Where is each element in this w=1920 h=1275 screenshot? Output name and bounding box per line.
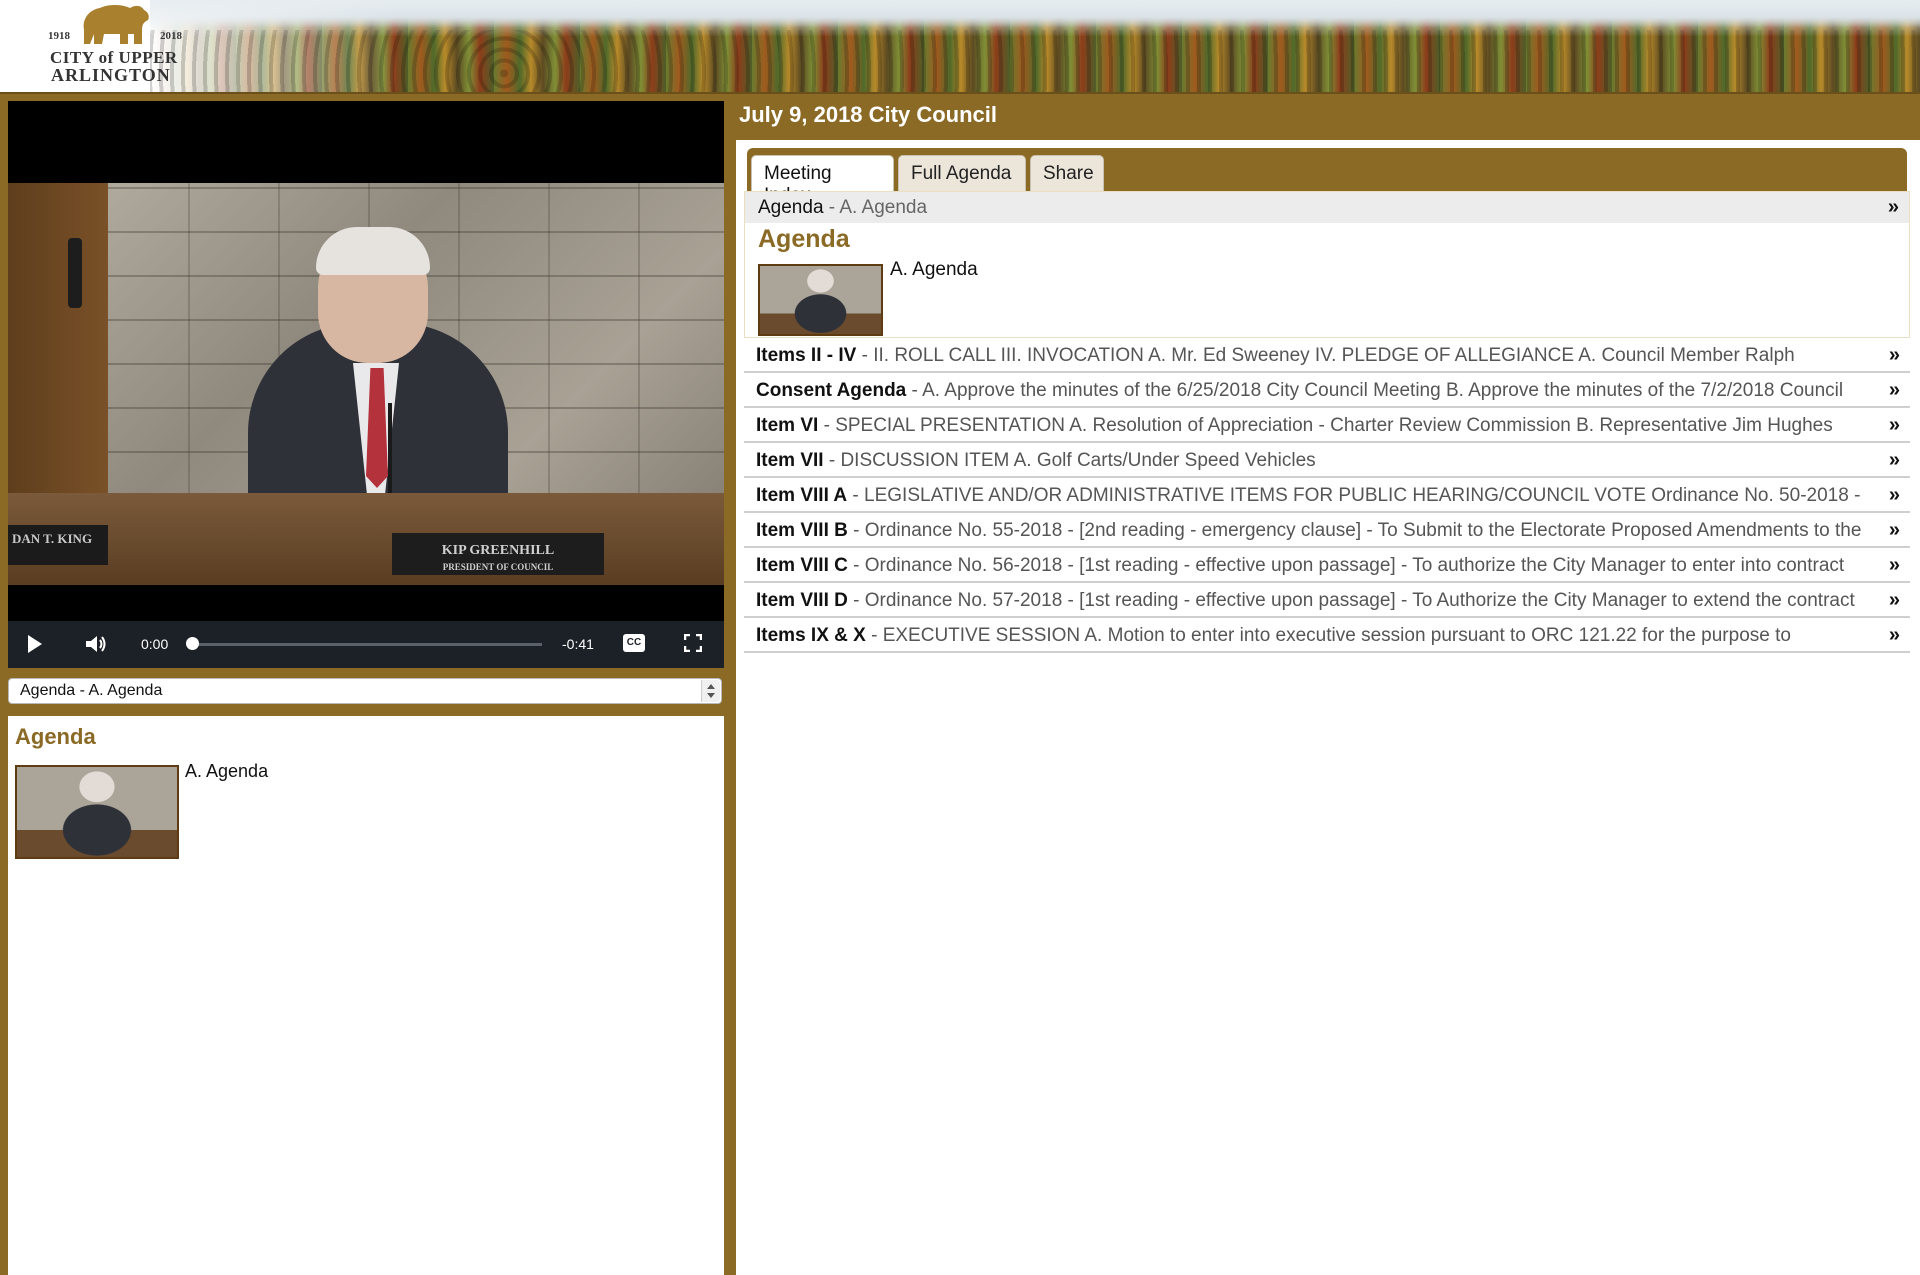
expand-arrow-icon[interactable]: » [1886, 554, 1900, 577]
expand-arrow-icon[interactable]: » [1886, 414, 1900, 437]
expand-arrow-icon[interactable]: » [1886, 519, 1900, 542]
volume-icon[interactable] [84, 633, 108, 655]
chapter-thumbnail[interactable] [15, 765, 179, 859]
bear-logo-icon [83, 5, 149, 44]
expand-arrow-icon[interactable]: » [1886, 379, 1900, 402]
logo-year-end: 2018 [160, 30, 182, 42]
index-item-title: Items IX & X [756, 625, 866, 646]
video-speaker-hair [316, 227, 430, 275]
nameplate-right: KIP GREENHILL PRESIDENT OF COUNCIL [392, 533, 604, 575]
fullscreen-icon[interactable] [684, 634, 702, 652]
chapter-detail-label: A. Agenda [185, 761, 269, 781]
index-item-description: - LEGISLATIVE AND/OR ADMINISTRATIVE ITEM… [847, 485, 1861, 506]
play-icon[interactable] [28, 635, 42, 653]
nameplate-right-subtitle: PRESIDENT OF COUNCIL [442, 562, 554, 572]
progress-bar[interactable] [194, 643, 542, 646]
logo-line-2: ARLINGTON [51, 65, 171, 85]
chapter-detail: Agenda A. Agenda [8, 716, 724, 1275]
video-frame[interactable]: DAN T. KING KIP GREENHILL PRESIDENT OF C… [8, 183, 724, 585]
player-controls: 0:00 -0:41 CC [8, 621, 724, 668]
index-item[interactable]: Items II - IV - II. ROLL CALL III. INVOC… [744, 338, 1910, 373]
video-desk [8, 493, 724, 585]
expand-arrow-icon[interactable]: » [1886, 484, 1900, 507]
index-item[interactable]: Item VIII B - Ordinance No. 55-2018 - [2… [744, 513, 1910, 548]
tab-full-agenda[interactable]: Full Agenda [898, 155, 1026, 191]
chapter-select[interactable]: Agenda - A. Agenda [8, 678, 722, 704]
index-item-description: - EXECUTIVE SESSION A. Motion to enter i… [865, 625, 1791, 646]
nameplate-right-name: KIP GREENHILL [441, 543, 555, 558]
city-logo[interactable]: 1918 2018 CITY of UPPER ARLINGTON [48, 0, 186, 88]
index-item-title: Item VIII A [756, 485, 848, 506]
expand-arrow-icon[interactable]: » [1886, 589, 1900, 612]
chapter-detail-title: Agenda [15, 724, 96, 749]
meeting-title: July 9, 2018 City Council [739, 102, 997, 127]
index-item-active[interactable]: Agenda - A. Agenda » Agenda A. Agenda [744, 191, 1910, 338]
index-item-description: - SPECIAL PRESENTATION A. Resolution of … [818, 415, 1833, 436]
index-item-description: - A. Agenda [823, 197, 928, 218]
index-item[interactable]: Item VIII A - LEGISLATIVE AND/OR ADMINIS… [744, 478, 1910, 513]
tab-share[interactable]: Share [1030, 155, 1104, 191]
site-header: 1918 2018 CITY of UPPER ARLINGTON [0, 0, 1920, 92]
index-item-description: - II. ROLL CALL III. INVOCATION A. Mr. E… [856, 345, 1795, 366]
progress-handle[interactable] [186, 637, 199, 650]
video-door-handle [68, 238, 82, 308]
index-item[interactable]: Item VI - SPECIAL PRESENTATION A. Resolu… [744, 408, 1910, 443]
index-item-title: Item VIII D [756, 590, 848, 611]
index-item-description: - A. Approve the minutes of the 6/25/201… [906, 380, 1844, 401]
index-item-title: Consent Agenda [756, 380, 907, 401]
closed-captions-icon[interactable]: CC [623, 634, 645, 652]
index-item-title: Agenda [758, 197, 824, 218]
video-microphone [388, 403, 392, 503]
tab-bar: Meeting Index Full Agenda Share [747, 148, 1907, 206]
index-item-title: Item VIII C [756, 555, 848, 576]
index-item-title: Item VI [756, 415, 819, 436]
expand-arrow-icon[interactable]: » [1886, 624, 1900, 647]
meeting-index-list: Agenda - A. Agenda » Agenda A. Agenda It… [744, 191, 1910, 653]
index-item[interactable]: Consent Agenda - A. Approve the minutes … [744, 373, 1910, 408]
expand-arrow-icon[interactable]: » [1886, 449, 1900, 472]
logo-year-start: 1918 [48, 30, 70, 42]
index-item-title: Items II - IV [756, 345, 857, 366]
header-divider [0, 92, 1920, 94]
index-item-description: - Ordinance No. 55-2018 - [2nd reading -… [847, 520, 1862, 541]
current-time: 0:00 [141, 636, 169, 652]
index-item-title: Item VIII B [756, 520, 848, 541]
index-item-title: Item VII [756, 450, 824, 471]
index-item-description: - DISCUSSION ITEM A. Golf Carts/Under Sp… [823, 450, 1316, 471]
index-item[interactable]: Item VIII C - Ordinance No. 56-2018 - [1… [744, 548, 1910, 583]
index-item[interactable]: Item VIII D - Ordinance No. 57-2018 - [1… [744, 583, 1910, 618]
index-item[interactable]: Items IX & X - EXECUTIVE SESSION A. Moti… [744, 618, 1910, 653]
header-banner-sky [150, 0, 1920, 92]
expand-arrow-icon[interactable]: » [1888, 196, 1899, 219]
chapter-select-value: Agenda - A. Agenda [20, 682, 163, 699]
select-arrows-icon[interactable] [701, 680, 720, 702]
index-item-description: - Ordinance No. 57-2018 - [1st reading -… [847, 590, 1855, 611]
active-item-heading: Agenda [758, 225, 850, 253]
remaining-time: -0:41 [562, 636, 594, 652]
video-door [8, 183, 108, 493]
index-item[interactable]: Item VII - DISCUSSION ITEM A. Golf Carts… [744, 443, 1910, 478]
tab-meeting-index[interactable]: Meeting Index [751, 155, 894, 206]
expand-arrow-icon[interactable]: » [1886, 344, 1900, 367]
index-item-description: - Ordinance No. 56-2018 - [1st reading -… [847, 555, 1845, 576]
active-item-label: A. Agenda [890, 259, 978, 280]
nameplate-left: DAN T. KING [8, 525, 108, 565]
meeting-panel: Meeting Index Full Agenda Share Agenda -… [736, 140, 1920, 1275]
active-item-thumbnail[interactable] [758, 264, 883, 336]
index-item-active-header[interactable]: Agenda - A. Agenda » [745, 192, 1909, 223]
video-player[interactable]: DAN T. KING KIP GREENHILL PRESIDENT OF C… [8, 101, 724, 668]
